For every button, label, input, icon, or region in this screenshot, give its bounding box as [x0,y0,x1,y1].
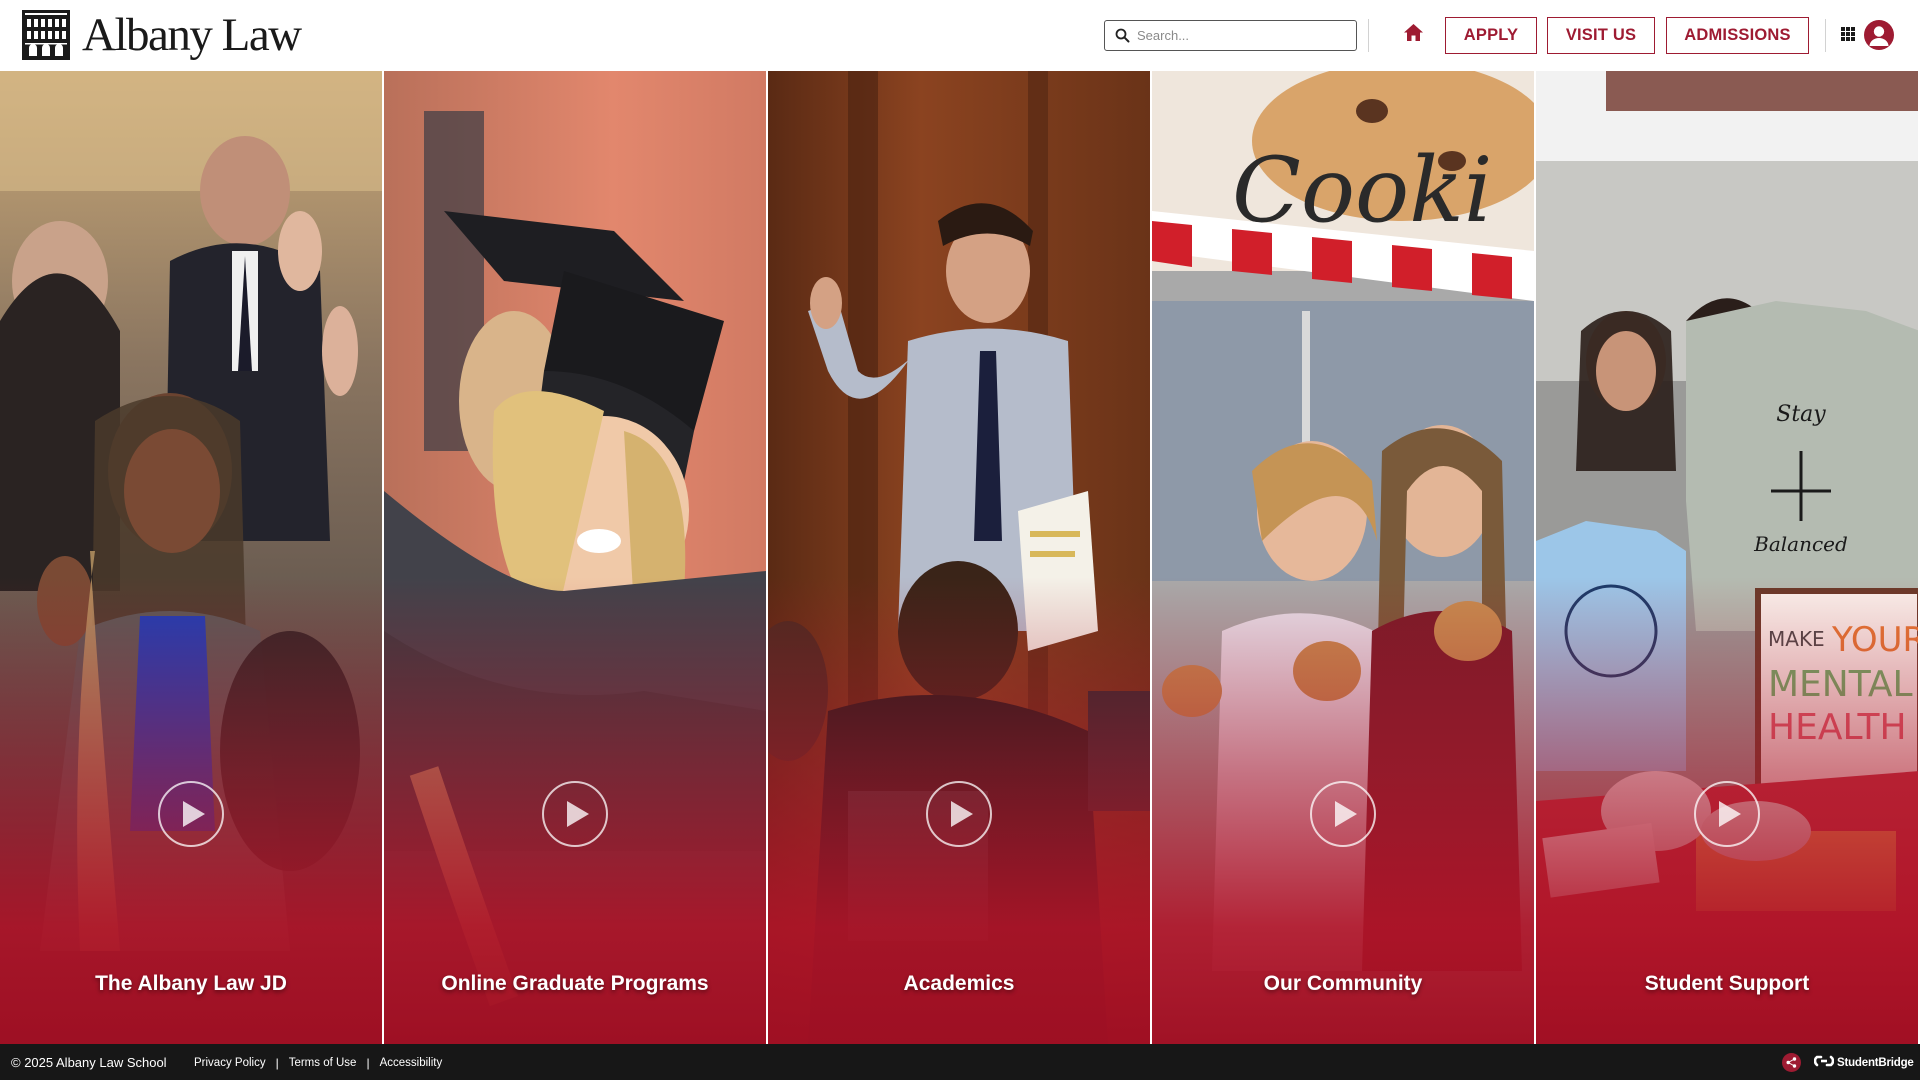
panel-our-community[interactable]: Cooki [1152,71,1534,1044]
panel-label: Our Community [1263,972,1423,995]
grid-menu-icon[interactable] [1841,27,1855,41]
studentbridge-text: StudentBridge [1837,1057,1914,1069]
home-button[interactable] [1400,22,1426,48]
panel-label: Academics [903,972,1015,995]
feature-panels: The Albany Law JD Online Graduate Progra… [0,71,1920,1044]
site-footer: © 2025 Albany Law School Privacy Policy … [0,1044,1920,1080]
panel-overlay [0,71,382,1044]
panel-label: Online Graduate Programs [441,972,709,995]
panel-albany-law-jd[interactable]: The Albany Law JD [0,71,382,1044]
studentbridge-icon [1813,1051,1835,1076]
share-icon[interactable] [1782,1053,1801,1072]
link-separator: | [366,1056,370,1070]
play-icon[interactable] [926,781,992,847]
panel-online-graduate-programs[interactable]: Online Graduate Programs [384,71,766,1044]
building-icon [22,10,70,60]
play-icon[interactable] [1310,781,1376,847]
panel-student-support[interactable]: Stay Balanced MAKE YOUR MENTAL HEALTH [1536,71,1918,1044]
studentbridge-logo[interactable]: StudentBridge [1813,1051,1914,1076]
admissions-button[interactable]: ADMISSIONS [1666,17,1809,54]
footer-links: Privacy Policy | Terms of Use | Accessib… [194,1056,442,1070]
accessibility-link[interactable]: Accessibility [380,1057,443,1069]
privacy-policy-link[interactable]: Privacy Policy [194,1057,266,1069]
play-icon[interactable] [542,781,608,847]
home-icon [1403,23,1424,47]
panel-overlay [384,71,766,1044]
site-header: Albany Law APPLY VISIT US ADMISSIONS [0,0,1920,71]
apply-button[interactable]: APPLY [1445,17,1537,54]
link-separator: | [275,1056,279,1070]
panel-overlay [768,71,1150,1044]
panel-overlay [1536,71,1918,1044]
site-logo[interactable]: Albany Law [22,8,302,61]
search-box [1104,20,1357,51]
search-icon[interactable] [1111,25,1133,47]
terms-of-use-link[interactable]: Terms of Use [289,1057,357,1069]
header-divider [1825,19,1826,52]
copyright-text: © 2025 Albany Law School [11,1055,167,1070]
panel-academics[interactable]: Academics [768,71,1150,1044]
user-account-icon[interactable] [1864,20,1894,50]
visit-us-button[interactable]: VISIT US [1547,17,1655,54]
panel-label: The Albany Law JD [95,972,287,995]
panel-label: Student Support [1644,972,1810,995]
logo-text: Albany Law [82,8,302,61]
search-input[interactable] [1133,21,1356,50]
panel-overlay [1152,71,1534,1044]
play-icon[interactable] [158,781,224,847]
play-icon[interactable] [1694,781,1760,847]
header-divider [1368,19,1369,52]
